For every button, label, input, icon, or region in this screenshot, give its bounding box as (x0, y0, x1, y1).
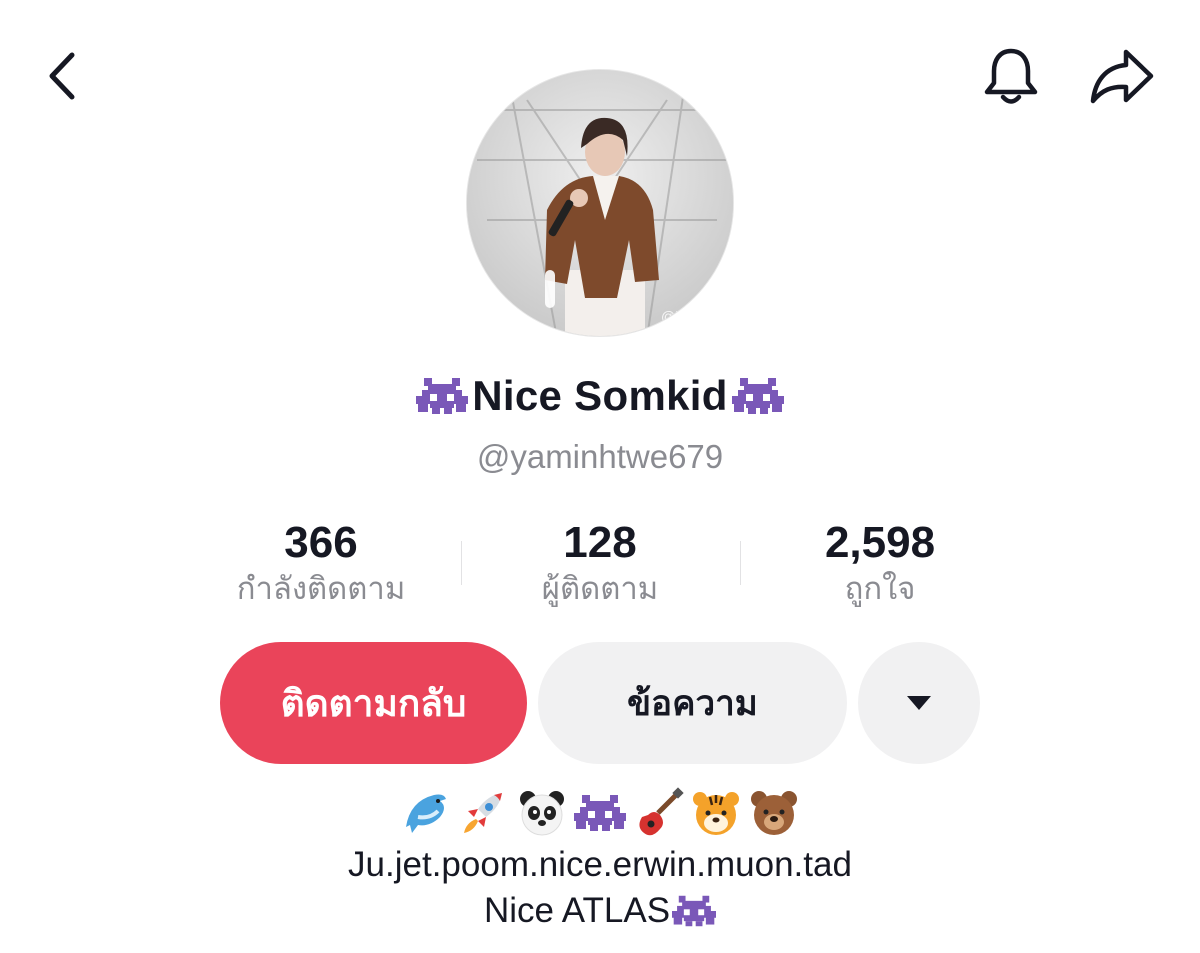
notification-bell-button[interactable] (978, 42, 1044, 110)
rocket-icon (464, 793, 502, 833)
back-button[interactable] (34, 46, 90, 106)
bio-line-2-row: Nice ATLAS (0, 888, 1200, 934)
alien-monster-icon (731, 378, 784, 414)
bell-icon (984, 48, 1038, 104)
stat-divider (740, 541, 741, 585)
likes-label: ถูกใจ (844, 571, 916, 607)
share-button[interactable] (1086, 42, 1158, 110)
stat-followers[interactable]: 128 ผู้ติดตาม (510, 515, 690, 609)
chevron-left-icon (49, 52, 75, 100)
followers-count: 128 (563, 518, 637, 567)
username: @yaminhtwe679 (476, 438, 724, 475)
stat-divider (461, 541, 462, 585)
dolphin-icon (406, 794, 446, 833)
more-options-button[interactable] (858, 642, 980, 764)
likes-count: 2,598 (824, 518, 936, 567)
display-name: Nice Somkid (472, 372, 728, 419)
alien-monster-icon (574, 795, 626, 831)
profile-stats: 366 กำลังติดตาม 128 ผู้ติดตาม 2,598 ถูกใ… (0, 515, 1200, 615)
followers-label: ผู้ติดตาม (541, 571, 659, 607)
following-label: กำลังติดตาม (236, 571, 406, 607)
stat-following[interactable]: 366 กำลังติดตาม (210, 515, 432, 609)
following-count: 366 (284, 518, 358, 567)
panda-icon (520, 791, 564, 836)
follow-back-button[interactable]: ติดตามกลับ (220, 642, 527, 764)
profile-avatar[interactable]: @b (466, 69, 734, 337)
avatar-photo (467, 70, 733, 336)
caret-down-icon (907, 696, 931, 710)
message-button[interactable]: ข้อความ (538, 642, 847, 764)
bear-icon (751, 791, 797, 835)
avatar-watermark: @b (661, 308, 683, 324)
tiger-icon (693, 792, 739, 835)
bio: Ju.jet.poom.nice.erwin.muon.tad Nice ATL… (0, 784, 1200, 934)
alien-monster-icon (672, 895, 717, 927)
bio-emoji-row (0, 784, 1200, 842)
stat-likes: 2,598 ถูกใจ (790, 515, 970, 609)
profile-page: @b Nice Somkid @yaminhtwe679 366 กำลังติ… (0, 0, 1200, 953)
guitar-icon (639, 787, 684, 836)
bio-line-2: Nice ATLAS (483, 891, 671, 930)
display-name-row: Nice Somkid (0, 372, 1200, 420)
share-arrow-icon (1090, 49, 1154, 104)
alien-monster-icon (416, 378, 469, 414)
bio-line-1: Ju.jet.poom.nice.erwin.muon.tad (348, 845, 852, 884)
